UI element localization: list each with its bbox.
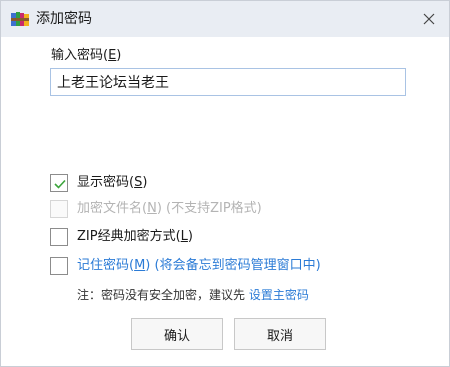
show-password-suffix: ): [142, 175, 148, 190]
security-note-text: 注：密码没有安全加密，建议先: [77, 288, 249, 302]
password-input[interactable]: [50, 68, 406, 96]
encrypt-filenames-accesskey: N: [147, 201, 157, 216]
zip-legacy-option[interactable]: ZIP经典加密方式(L): [50, 227, 193, 247]
zip-legacy-label: ZIP经典加密方式(L): [77, 228, 193, 246]
title-bar[interactable]: 添加密码: [1, 1, 449, 37]
confirm-button[interactable]: 确认: [131, 318, 223, 350]
cancel-button[interactable]: 取消: [234, 318, 326, 350]
set-master-password-link[interactable]: 设置主密码: [249, 288, 309, 302]
zip-legacy-text: ZIP经典加密方式(: [77, 229, 181, 244]
show-password-text: 显示密码(: [77, 175, 135, 190]
show-password-checkbox[interactable]: [50, 174, 68, 192]
password-label: 输入密码(E): [51, 47, 121, 65]
remember-password-label: 记住密码(M) (将会备忘到密码管理窗口中): [77, 257, 321, 275]
remember-password-suffix: ) (将会备忘到密码管理窗口中): [145, 258, 321, 273]
remember-password-option[interactable]: 记住密码(M) (将会备忘到密码管理窗口中): [50, 256, 321, 276]
show-password-option[interactable]: 显示密码(S): [50, 173, 147, 193]
encrypt-filenames-text: 加密文件名(: [77, 201, 148, 216]
add-password-dialog: 添加密码 输入密码(E) 显示密码(S) 加密文件名(N) (不支持ZIP格式)…: [0, 0, 450, 367]
checkmark-icon: [54, 179, 66, 189]
zip-legacy-accesskey: L: [180, 229, 188, 244]
close-icon[interactable]: [419, 9, 439, 29]
encrypt-filenames-suffix: ) (不支持ZIP格式): [156, 201, 262, 216]
security-note: 注：密码没有安全加密，建议先 设置主密码: [77, 286, 309, 304]
zip-legacy-checkbox[interactable]: [50, 228, 68, 246]
winrar-archive-icon: [11, 12, 29, 26]
remember-password-text: 记住密码(: [77, 258, 135, 273]
encrypt-filenames-option: 加密文件名(N) (不支持ZIP格式): [50, 199, 262, 219]
remember-password-accesskey: M: [134, 258, 146, 273]
password-label-suffix: ): [116, 48, 122, 63]
show-password-label: 显示密码(S): [77, 174, 147, 192]
encrypt-filenames-checkbox: [50, 200, 68, 218]
zip-legacy-suffix: ): [187, 229, 193, 244]
password-label-text: 输入密码(: [51, 48, 109, 63]
dialog-title: 添加密码: [36, 11, 92, 27]
encrypt-filenames-label: 加密文件名(N) (不支持ZIP格式): [77, 200, 262, 218]
remember-password-checkbox[interactable]: [50, 257, 68, 275]
